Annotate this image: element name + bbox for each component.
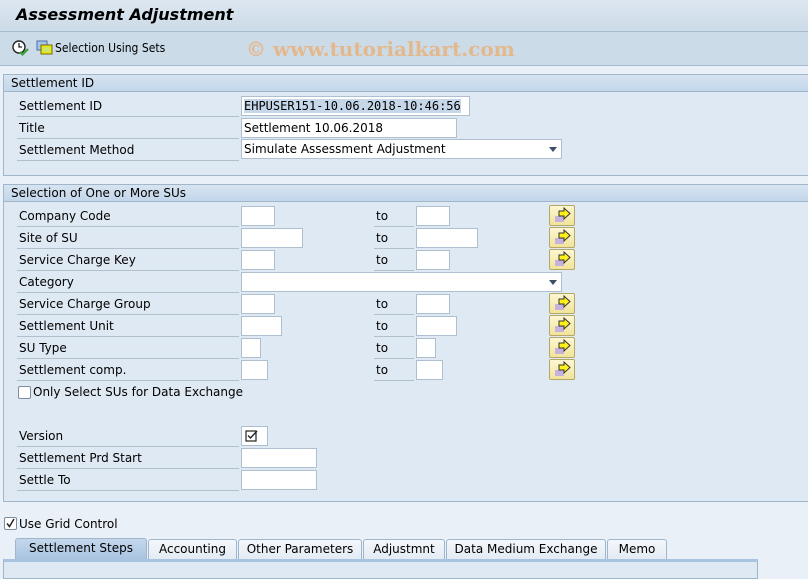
chevron-down-icon xyxy=(549,147,557,152)
settlement-prd-start-input[interactable] xyxy=(241,448,317,468)
tab-accounting[interactable]: Accounting xyxy=(148,539,237,559)
to-label: to xyxy=(374,250,414,271)
title-label: Title xyxy=(17,118,239,139)
settlement-unit-label: Settlement Unit xyxy=(17,316,239,337)
settlement-method-label: Settlement Method xyxy=(17,140,239,161)
company-code-to-input[interactable] xyxy=(416,206,450,226)
settlement-unit-from-input[interactable] xyxy=(241,316,282,336)
settle-to-label: Settle To xyxy=(17,470,239,491)
company-code-from-input[interactable] xyxy=(241,206,275,226)
title-bar: Assessment Adjustment xyxy=(0,0,808,32)
service-charge-group-from-input[interactable] xyxy=(241,294,275,314)
to-label: to xyxy=(374,206,414,227)
service-charge-group-to-input[interactable] xyxy=(416,294,450,314)
site-of-su-from-input[interactable] xyxy=(241,228,303,248)
execute-clock-icon[interactable] xyxy=(11,39,29,57)
tab-memo[interactable]: Memo xyxy=(607,539,667,559)
settlement-id-group-header: Settlement ID xyxy=(4,75,808,92)
use-grid-control-checkbox[interactable] xyxy=(4,517,17,530)
title-input[interactable]: Settlement 10.06.2018 xyxy=(241,118,457,138)
version-label: Version xyxy=(17,426,239,447)
settlement-prd-start-label: Settlement Prd Start xyxy=(17,448,239,469)
tab-content-area xyxy=(3,559,758,579)
arrow-right-icon xyxy=(555,338,571,354)
tab-settlement-steps[interactable]: Settlement Steps xyxy=(15,538,147,559)
arrow-right-icon xyxy=(555,360,571,376)
multiple-selection-button[interactable] xyxy=(549,249,575,270)
site-of-su-label: Site of SU xyxy=(17,228,239,249)
settlement-comp-label: Settlement comp. xyxy=(17,360,239,381)
to-label: to xyxy=(374,294,414,315)
only-data-exchange-checkbox[interactable] xyxy=(18,386,31,399)
settlement-method-dropdown[interactable]: Simulate Assessment Adjustment xyxy=(241,139,562,159)
settlement-id-input[interactable]: EHPUSER151-10.06.2018-10:46:56 xyxy=(241,96,470,116)
application-toolbar: Selection Using Sets © www.tutorialkart.… xyxy=(0,32,808,66)
settlement-comp-to-input[interactable] xyxy=(416,360,443,380)
tab-other-parameters[interactable]: Other Parameters xyxy=(238,539,362,559)
su-type-from-input[interactable] xyxy=(241,338,261,358)
to-label: to xyxy=(374,316,414,337)
settle-to-input[interactable] xyxy=(241,470,317,490)
site-of-su-to-input[interactable] xyxy=(416,228,478,248)
settlement-comp-from-input[interactable] xyxy=(241,360,268,380)
service-charge-key-label: Service Charge Key xyxy=(17,250,239,271)
tab-adjustmnt[interactable]: Adjustmnt xyxy=(363,539,445,559)
multiple-selection-button[interactable] xyxy=(549,315,575,336)
multiple-selection-button[interactable] xyxy=(549,293,575,314)
arrow-right-icon xyxy=(555,316,571,332)
settlement-unit-to-input[interactable] xyxy=(416,316,457,336)
category-dropdown[interactable] xyxy=(241,272,562,292)
arrow-right-icon xyxy=(555,206,571,222)
su-type-to-input[interactable] xyxy=(416,338,436,358)
to-label: to xyxy=(374,228,414,249)
use-grid-control-label: Use Grid Control xyxy=(19,517,118,531)
service-charge-key-to-input[interactable] xyxy=(416,250,450,270)
tab-data-medium-exchange[interactable]: Data Medium Exchange xyxy=(446,539,606,559)
arrow-right-icon xyxy=(555,228,571,244)
arrow-right-icon xyxy=(555,294,571,310)
tab-strip: Settlement Steps Accounting Other Parame… xyxy=(0,537,808,559)
checkbox-checked-icon xyxy=(245,430,258,442)
to-label: to xyxy=(374,338,414,359)
selection-using-sets-button[interactable]: Selection Using Sets xyxy=(55,41,165,55)
chevron-down-icon xyxy=(549,280,557,285)
watermark-text: © www.tutorialkart.com xyxy=(246,37,515,61)
page-title: Assessment Adjustment xyxy=(16,5,234,24)
multiple-selection-button[interactable] xyxy=(549,359,575,380)
selection-sets-icon[interactable] xyxy=(36,39,54,57)
service-charge-key-from-input[interactable] xyxy=(241,250,275,270)
multiple-selection-button[interactable] xyxy=(549,205,575,226)
company-code-label: Company Code xyxy=(17,206,239,227)
su-type-label: SU Type xyxy=(17,338,239,359)
arrow-right-icon xyxy=(555,250,571,266)
checkmark-icon xyxy=(6,518,15,528)
settlement-id-label: Settlement ID xyxy=(17,96,239,117)
category-label: Category xyxy=(17,272,239,293)
only-data-exchange-label: Only Select SUs for Data Exchange xyxy=(33,385,244,399)
multiple-selection-button[interactable] xyxy=(549,337,575,358)
to-label: to xyxy=(374,360,414,381)
multiple-selection-button[interactable] xyxy=(549,227,575,248)
version-checkbox-field[interactable] xyxy=(241,426,268,446)
selection-group-header: Selection of One or More SUs xyxy=(4,185,808,202)
service-charge-group-label: Service Charge Group xyxy=(17,294,239,315)
